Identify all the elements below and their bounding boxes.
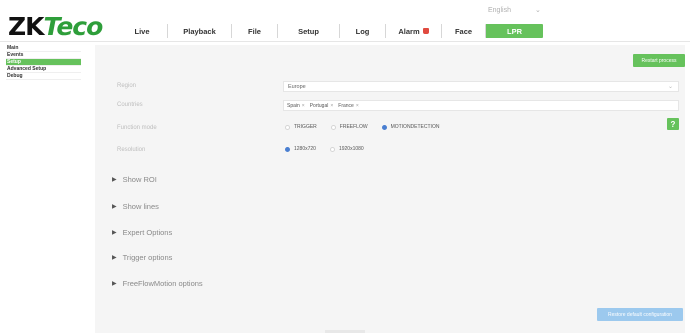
sidebar: Main Events Setup Advanced Setup Debug bbox=[6, 45, 81, 80]
tab-live[interactable]: Live bbox=[117, 24, 167, 38]
sidebar-item-label: Main bbox=[7, 45, 19, 51]
country-tag: France × bbox=[338, 103, 358, 109]
region-value: Europe bbox=[288, 83, 306, 90]
radio-label: 1280x720 bbox=[294, 146, 316, 152]
expand-arrow-icon: ▶ bbox=[112, 230, 117, 236]
radio-dot bbox=[329, 146, 335, 152]
radio-freeflow[interactable]: FREEFLOW bbox=[330, 124, 368, 130]
radio-dot bbox=[285, 124, 290, 130]
page: ZKTeco English ⌄ Live Playback File Setu… bbox=[0, 0, 690, 333]
radio-label: TRIGGER bbox=[294, 124, 317, 130]
restart-process-button[interactable]: Restart process bbox=[633, 54, 685, 67]
tab-label: Log bbox=[355, 26, 370, 36]
function-mode-radio-group: TRIGGER FREEFLOW MOTIONDETECTION bbox=[285, 124, 453, 130]
expand-arrow-icon: ▶ bbox=[112, 177, 117, 183]
expander-trigger-options[interactable]: ▶ Trigger options bbox=[112, 253, 172, 262]
chevron-down-icon: ⌄ bbox=[667, 84, 673, 90]
remove-tag-icon[interactable]: × bbox=[356, 103, 359, 109]
expander-show-lines[interactable]: ▶ Show lines bbox=[112, 202, 159, 211]
radio-1920x1080[interactable]: 1920x1080 bbox=[329, 146, 364, 152]
chevron-down-icon[interactable]: ⌄ bbox=[535, 6, 541, 14]
lpr-setup-panel: Restart process Region Europe ⌄ Countrie… bbox=[95, 45, 685, 333]
expand-arrow-icon: ▶ bbox=[112, 255, 117, 261]
sidebar-item-label: Debug bbox=[7, 73, 23, 79]
sidebar-item-setup[interactable]: Setup bbox=[6, 59, 81, 66]
country-tag: Portugal × bbox=[310, 103, 334, 109]
sidebar-item-advanced-setup[interactable]: Advanced Setup bbox=[6, 66, 81, 73]
main-tabs: Live Playback File Setup Log Alarm Face … bbox=[117, 24, 543, 38]
header: ZKTeco English ⌄ Live Playback File Setu… bbox=[0, 0, 690, 45]
tab-label: Live bbox=[134, 26, 150, 36]
tab-label: LPR bbox=[507, 26, 522, 36]
tab-label: Alarm bbox=[398, 26, 420, 36]
restore-default-button[interactable]: Restore default configuration bbox=[597, 308, 683, 321]
sidebar-item-main[interactable]: Main bbox=[6, 45, 81, 52]
header-divider bbox=[0, 41, 690, 42]
radio-dot-selected bbox=[381, 124, 387, 130]
tab-label: Face bbox=[454, 26, 473, 36]
radio-dot bbox=[330, 124, 336, 130]
expand-arrow-icon: ▶ bbox=[112, 281, 117, 287]
countries-tag-input[interactable]: Spain × Portugal × France × bbox=[283, 100, 679, 111]
region-select[interactable]: Europe ⌄ bbox=[283, 81, 679, 92]
logo-teco: Teco bbox=[43, 12, 104, 41]
sidebar-item-label: Events bbox=[7, 52, 24, 58]
sidebar-item-debug[interactable]: Debug bbox=[6, 73, 81, 80]
tab-label: Setup bbox=[298, 26, 319, 36]
tab-label: File bbox=[248, 26, 261, 36]
expander-label: Expert Options bbox=[122, 228, 173, 237]
alarm-bell-icon bbox=[422, 28, 429, 34]
tag-label: France bbox=[338, 102, 354, 109]
tab-log[interactable]: Log bbox=[339, 24, 385, 38]
sidebar-item-label: Advanced Setup bbox=[7, 66, 47, 72]
tab-face[interactable]: Face bbox=[441, 24, 485, 38]
tab-label: Playback bbox=[183, 26, 216, 36]
resolution-radio-group: 1280x720 1920x1080 bbox=[285, 146, 378, 152]
radio-trigger[interactable]: TRIGGER bbox=[285, 124, 317, 130]
radio-1280x720[interactable]: 1280x720 bbox=[285, 146, 316, 152]
expander-label: Show ROI bbox=[122, 175, 157, 184]
radio-dot-selected bbox=[285, 146, 290, 152]
radio-motiondetection[interactable]: MOTIONDETECTION bbox=[381, 124, 440, 130]
radio-label: 1920x1080 bbox=[338, 146, 364, 152]
tag-label: Portugal bbox=[309, 102, 329, 109]
function-mode-label: Function mode bbox=[117, 125, 157, 131]
tab-lpr[interactable]: LPR bbox=[485, 24, 543, 38]
tag-label: Spain bbox=[287, 102, 300, 109]
sidebar-item-events[interactable]: Events bbox=[6, 52, 81, 59]
region-label: Region bbox=[117, 83, 137, 89]
remove-tag-icon[interactable]: × bbox=[330, 103, 333, 109]
expander-expert-options[interactable]: ▶ Expert Options bbox=[112, 228, 172, 237]
expander-freeflowmotion-options[interactable]: ▶ FreeFlowMotion options bbox=[112, 279, 203, 288]
countries-label: Countries bbox=[117, 102, 143, 108]
resolution-label: Resolution bbox=[117, 147, 146, 153]
zkteco-logo: ZKTeco bbox=[8, 12, 104, 41]
tab-playback[interactable]: Playback bbox=[167, 24, 231, 38]
expand-arrow-icon: ▶ bbox=[112, 204, 117, 210]
radio-label: FREEFLOW bbox=[339, 124, 368, 130]
expander-label: FreeFlowMotion options bbox=[122, 279, 203, 288]
expander-show-roi[interactable]: ▶ Show ROI bbox=[112, 175, 157, 184]
radio-label: MOTIONDETECTION bbox=[390, 124, 440, 130]
country-tag: Spain × bbox=[287, 103, 305, 109]
language-selector[interactable]: English bbox=[488, 7, 511, 14]
tab-alarm[interactable]: Alarm bbox=[385, 24, 441, 38]
expander-label: Show lines bbox=[122, 202, 159, 211]
tab-file[interactable]: File bbox=[231, 24, 277, 38]
tab-setup[interactable]: Setup bbox=[277, 24, 339, 38]
sidebar-item-label: Setup bbox=[7, 59, 21, 65]
expander-label: Trigger options bbox=[122, 253, 173, 262]
remove-tag-icon[interactable]: × bbox=[302, 103, 305, 109]
logo-zk: ZK bbox=[8, 12, 44, 41]
help-button[interactable]: ? bbox=[667, 118, 679, 130]
